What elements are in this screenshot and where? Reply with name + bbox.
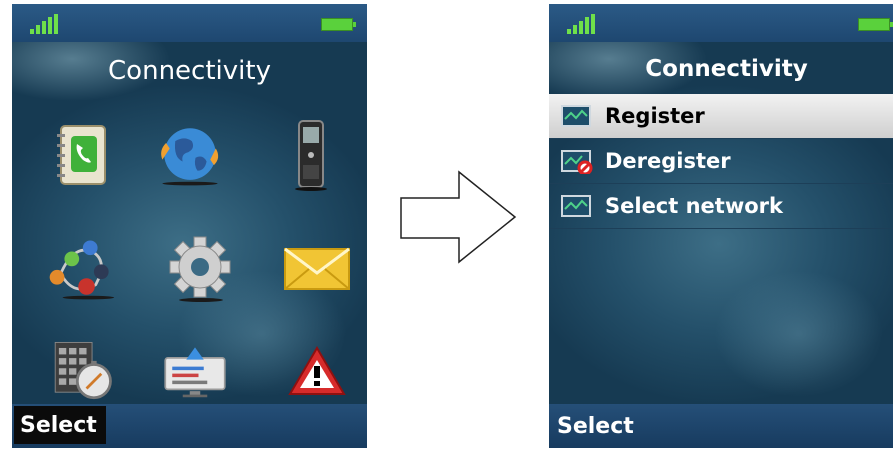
- page-title: Connectivity: [645, 56, 808, 82]
- status-bar: [549, 4, 893, 42]
- select-softkey[interactable]: Select: [14, 406, 106, 444]
- signal-strength-icon: [567, 14, 595, 34]
- select-softkey[interactable]: Select: [557, 414, 634, 439]
- softkey-bar: Select: [549, 404, 893, 448]
- page-title: Connectivity: [108, 56, 271, 86]
- select-softkey-label: Select: [20, 413, 97, 438]
- menu-item-select-network[interactable]: Select network: [549, 184, 893, 229]
- signal-strength-icon: [30, 14, 58, 34]
- warning-icon[interactable]: [282, 336, 352, 406]
- menu-item-label: Select network: [605, 194, 783, 218]
- menu-item-deregister[interactable]: Deregister: [549, 139, 893, 184]
- status-bar: [12, 4, 367, 42]
- phone-icon[interactable]: [276, 120, 346, 191]
- battery-icon: [321, 18, 356, 31]
- settings-gear-icon[interactable]: [165, 234, 235, 304]
- menu-item-label: Deregister: [605, 149, 731, 173]
- register-icon: [561, 105, 591, 127]
- network-connect-icon[interactable]: [160, 336, 230, 406]
- battery-icon: [858, 18, 893, 31]
- select-network-icon: [561, 195, 591, 217]
- message-envelope-icon[interactable]: [282, 234, 352, 304]
- contacts-icon[interactable]: [46, 120, 116, 190]
- connectivity-nodes-icon[interactable]: [46, 234, 116, 304]
- transition-arrow-icon: [400, 170, 517, 264]
- connectivity-menu: Register Deregister Select network: [549, 94, 893, 229]
- menu-item-register[interactable]: Register: [549, 94, 893, 139]
- menu-item-label: Register: [605, 104, 705, 128]
- softkey-bar: Select: [12, 404, 367, 448]
- globe-network-icon[interactable]: [155, 120, 225, 190]
- calculator-clock-icon[interactable]: [46, 336, 116, 406]
- deregister-icon: [561, 150, 593, 174]
- connectivity-menu-screen: Connectivity Register Deregister Select …: [549, 4, 893, 448]
- connectivity-grid-screen: Connectivity Select: [12, 4, 367, 448]
